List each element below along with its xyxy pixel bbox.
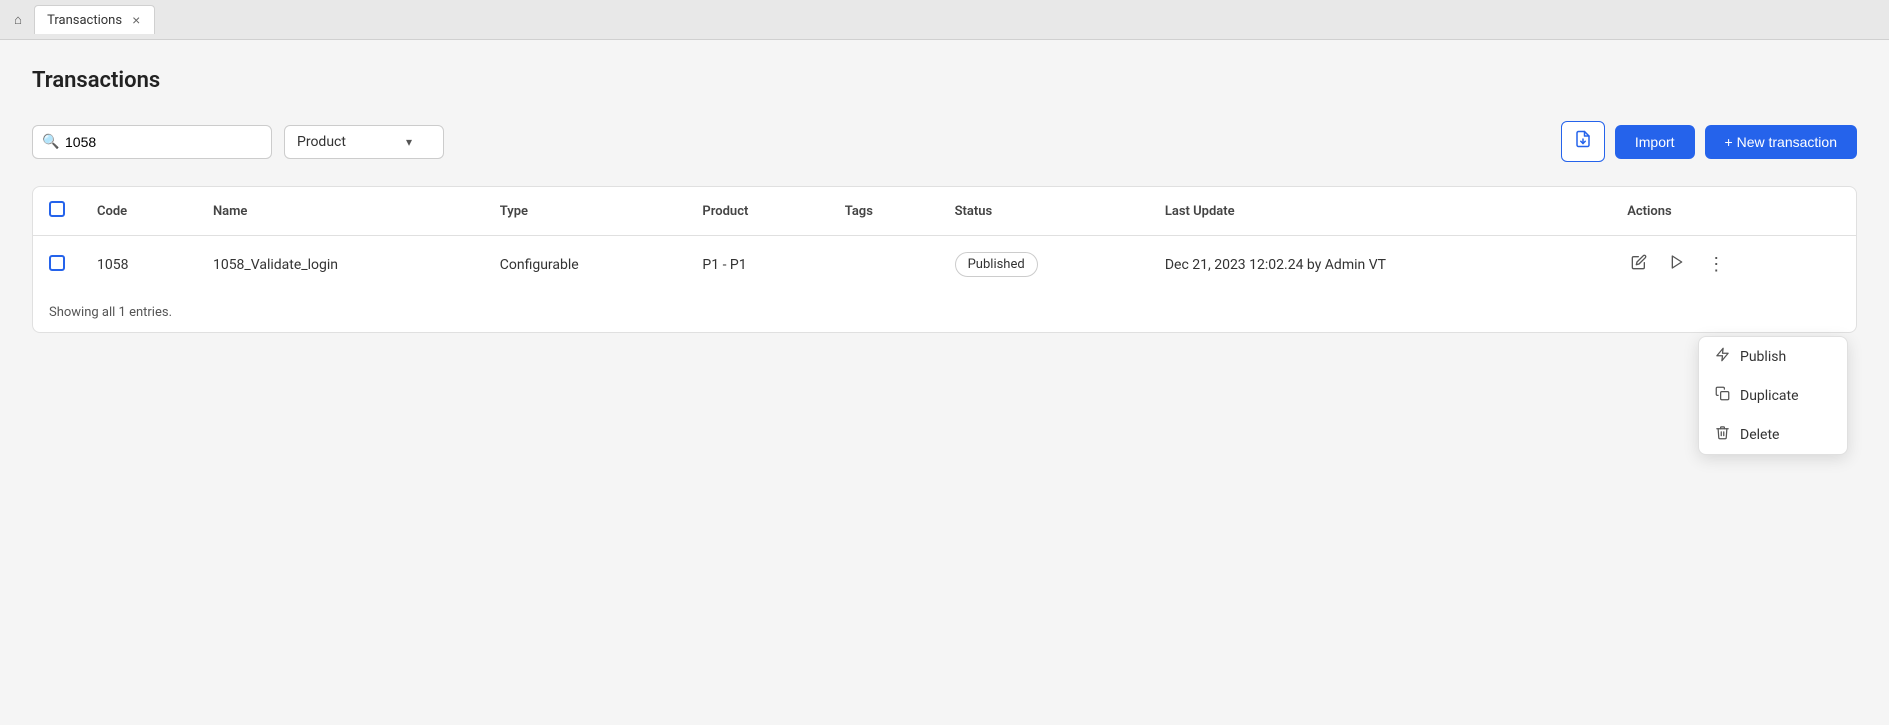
run-icon	[1669, 254, 1685, 275]
more-actions-button[interactable]: ⋮	[1703, 250, 1729, 279]
edit-icon	[1631, 254, 1647, 275]
transactions-table-container: Code Name Type Product Tags Status Last …	[32, 186, 1857, 333]
dropdown-delete-item[interactable]: Delete	[1699, 415, 1847, 454]
col-tags: Tags	[829, 187, 939, 236]
table-header-row: Code Name Type Product Tags Status Last …	[33, 187, 1856, 236]
home-icon: ⌂	[14, 12, 22, 27]
cell-actions: ⋮	[1611, 236, 1856, 294]
search-icon: 🔍	[42, 134, 59, 150]
cell-tags	[829, 236, 939, 294]
tab-close-button[interactable]: ×	[130, 12, 142, 28]
actions-cell: ⋮	[1627, 250, 1840, 279]
transactions-table: Code Name Type Product Tags Status Last …	[33, 187, 1856, 293]
search-input[interactable]	[32, 125, 272, 159]
select-all-header	[33, 187, 81, 236]
select-all-checkbox[interactable]	[49, 201, 65, 217]
edit-button[interactable]	[1627, 250, 1651, 279]
col-name: Name	[197, 187, 484, 236]
transactions-tab[interactable]: Transactions ×	[34, 5, 155, 34]
col-product: Product	[686, 187, 828, 236]
dropdown-publish-item[interactable]: Publish	[1699, 337, 1847, 376]
export-button[interactable]	[1561, 121, 1605, 162]
cell-status: Published	[939, 236, 1149, 294]
cell-product: P1 - P1	[686, 236, 828, 294]
new-transaction-button[interactable]: + New transaction	[1705, 125, 1857, 159]
col-last-update: Last Update	[1149, 187, 1611, 236]
home-button[interactable]: ⌂	[8, 6, 28, 33]
toolbar: 🔍 Product ▾ Import + New transaction	[32, 121, 1857, 162]
main-content: Transactions 🔍 Product ▾ Imp	[0, 40, 1889, 725]
cell-type: Configurable	[484, 236, 687, 294]
product-filter-label: Product	[297, 134, 346, 150]
dropdown-duplicate-item[interactable]: Duplicate	[1699, 376, 1847, 415]
cell-last-update: Dec 21, 2023 12:02.24 by Admin VT	[1149, 236, 1611, 294]
product-filter[interactable]: Product ▾	[284, 125, 444, 159]
col-type: Type	[484, 187, 687, 236]
col-code: Code	[81, 187, 197, 236]
chevron-down-icon: ▾	[406, 135, 412, 149]
more-icon: ⋮	[1707, 254, 1725, 275]
cell-code: 1058	[81, 236, 197, 294]
duplicate-label: Duplicate	[1740, 388, 1799, 404]
publish-label: Publish	[1740, 349, 1786, 365]
row-checkbox[interactable]	[49, 255, 65, 271]
export-icon	[1574, 130, 1592, 153]
col-status: Status	[939, 187, 1149, 236]
cell-name: 1058_Validate_login	[197, 236, 484, 294]
page-title: Transactions	[32, 68, 1857, 93]
search-wrapper: 🔍	[32, 125, 272, 159]
status-badge: Published	[955, 252, 1038, 277]
delete-label: Delete	[1740, 427, 1779, 443]
toolbar-right: Import + New transaction	[1561, 121, 1857, 162]
run-button[interactable]	[1665, 250, 1689, 279]
showing-entries-text: Showing all 1 entries.	[33, 293, 1856, 332]
duplicate-icon	[1715, 386, 1730, 405]
row-checkbox-cell	[33, 236, 81, 294]
tab-label: Transactions	[47, 13, 122, 28]
col-actions: Actions	[1611, 187, 1856, 236]
table-row: 1058 1058_Validate_login Configurable P1…	[33, 236, 1856, 294]
publish-icon	[1715, 347, 1730, 366]
delete-icon	[1715, 425, 1730, 444]
import-button[interactable]: Import	[1615, 125, 1695, 159]
dropdown-menu: Publish Duplicate	[1698, 336, 1848, 455]
tab-bar: ⌂ Transactions ×	[0, 0, 1889, 40]
